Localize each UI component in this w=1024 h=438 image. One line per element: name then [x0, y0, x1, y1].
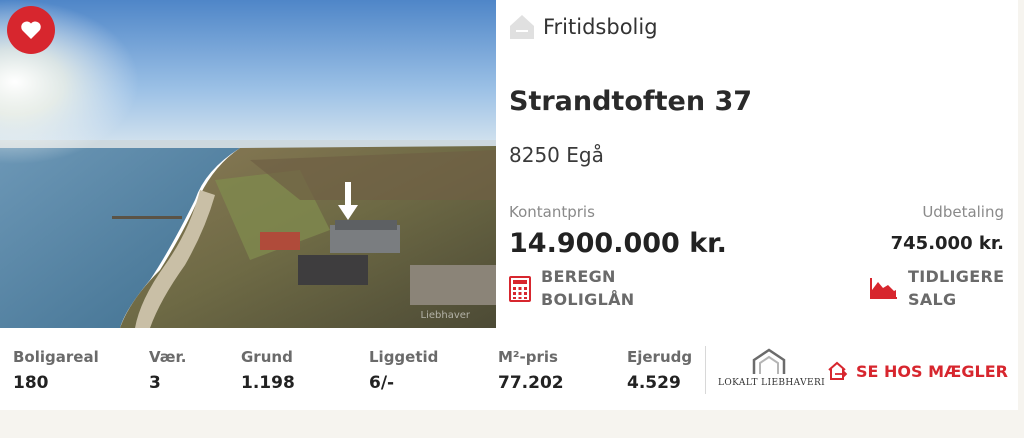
- stat-plot-size: Grund 1.198: [241, 348, 295, 393]
- chart-icon: [870, 278, 897, 299]
- favorite-button[interactable]: [7, 6, 55, 54]
- broker-logo[interactable]: LOKALT LIEBHAVERI: [718, 348, 825, 396]
- house-icon: [510, 15, 534, 39]
- stat-value: 180: [13, 373, 49, 393]
- aerial-photo-image: Liebhaver: [0, 0, 496, 328]
- down-payment-label: Udbetaling: [922, 203, 1004, 221]
- stat-owner-expenses: Ejerudg 4.529: [627, 348, 692, 393]
- stat-label: M²-pris: [498, 348, 558, 366]
- calculate-loan-button[interactable]: BEREGN BOLIGLÅN: [509, 265, 634, 311]
- stat-living-area: Boligareal 180: [13, 348, 99, 393]
- stat-value: 3: [149, 373, 161, 393]
- property-photo[interactable]: Liebhaver: [0, 0, 496, 328]
- listing-card[interactable]: Liebhaver Fritidsbolig Strandtoften 37 8…: [0, 0, 1018, 410]
- calculator-icon: [509, 276, 531, 302]
- cash-price-label: Kontantpris: [509, 203, 595, 221]
- photo-watermark: Liebhaver: [421, 310, 471, 321]
- stat-value: 1.198: [241, 373, 295, 393]
- broker-house-logo-icon: [752, 348, 786, 374]
- previous-sales-button[interactable]: TIDLIGERE SALG: [870, 265, 1004, 311]
- property-type-label: Fritidsbolig: [543, 15, 658, 39]
- cash-price: 14.900.000 kr.: [509, 228, 727, 259]
- stat-price-per-m2: M²-pris 77.202: [498, 348, 564, 393]
- heart-icon: [21, 21, 41, 39]
- down-payment: 745.000 kr.: [890, 233, 1004, 254]
- stat-label: Liggetid: [369, 348, 439, 366]
- stat-label: Boligareal: [13, 348, 99, 366]
- broker-logo-text: LOKALT LIEBHAVERI: [718, 378, 826, 388]
- stat-label: Grund: [241, 348, 293, 366]
- previous-sales-line1: TIDLIGERE: [908, 267, 1005, 286]
- stat-label: Ejerudg: [627, 348, 693, 366]
- stat-value: 6/-: [369, 373, 395, 393]
- calculate-loan-line1: BEREGN: [541, 267, 616, 286]
- key-facts-bar: Boligareal 180 Vær. 3 Grund 1.198 Ligget…: [0, 328, 1018, 410]
- listing-city: 8250 Egå: [509, 143, 604, 167]
- listing-info: Fritidsbolig Strandtoften 37 8250 Egå Ko…: [496, 0, 1018, 328]
- external-link-icon: [828, 361, 848, 380]
- property-type: Fritidsbolig: [509, 14, 658, 40]
- previous-sales-line2: SALG: [908, 290, 957, 309]
- stat-label: Vær.: [149, 348, 187, 366]
- see-at-broker-label: SE HOS MÆGLER: [856, 361, 1008, 381]
- stat-value: 77.202: [498, 373, 564, 393]
- listing-address[interactable]: Strandtoften 37: [509, 86, 752, 117]
- divider: [705, 346, 706, 394]
- stat-value: 4.529: [627, 373, 681, 393]
- stat-rooms: Vær. 3: [149, 348, 186, 393]
- see-at-broker-button[interactable]: SE HOS MÆGLER: [826, 361, 1008, 381]
- calculate-loan-line2: BOLIGLÅN: [541, 290, 635, 309]
- stat-time-on-market: Liggetid 6/-: [369, 348, 438, 393]
